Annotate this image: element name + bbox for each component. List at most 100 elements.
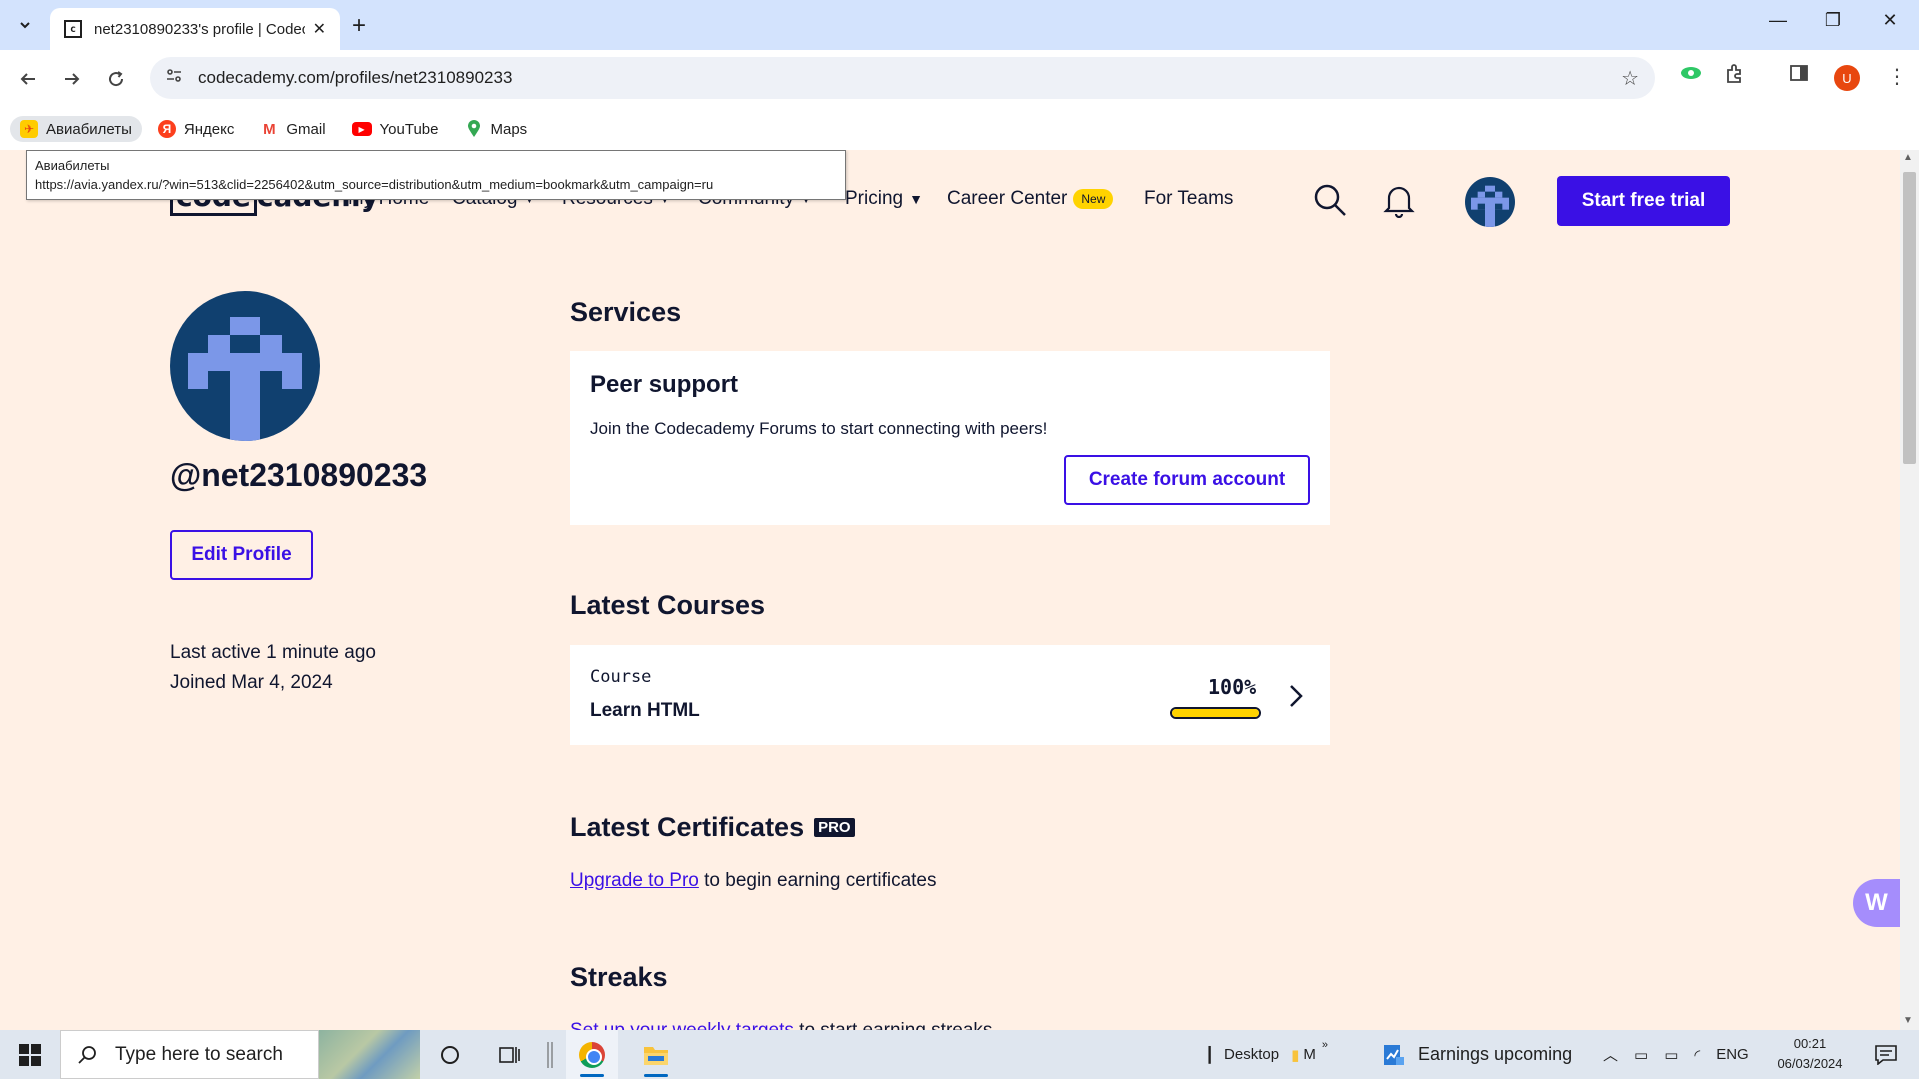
scroll-up-icon[interactable]: ▲ xyxy=(1903,152,1913,163)
cortana-icon[interactable] xyxy=(424,1030,476,1079)
language-indicator[interactable]: ENG xyxy=(1716,1046,1749,1063)
codecademy-favicon-icon: c xyxy=(64,20,82,38)
clock-time: 00:21 xyxy=(1793,1036,1827,1051)
bookmark-tooltip: Авиабилеты https://avia.yandex.ru/?win=5… xyxy=(26,150,846,200)
profile-avatar xyxy=(170,291,320,441)
taskbar-clock[interactable]: 00:21 06/03/2024 xyxy=(1770,1034,1850,1074)
chevron-up-icon[interactable]: ︿ xyxy=(1603,1044,1618,1065)
nav-for-teams[interactable]: For Teams xyxy=(1144,188,1233,210)
course-progress-bar xyxy=(1170,707,1261,719)
streaks-line: Set up your weekly targets to start earn… xyxy=(570,1020,992,1030)
start-free-trial-button[interactable]: Start free trial xyxy=(1557,176,1730,226)
restore-button[interactable]: ❐ xyxy=(1808,10,1858,31)
minimize-button[interactable]: — xyxy=(1753,10,1803,31)
browser-toolbar: codecademy.com/profiles/net2310890233 ☆ … xyxy=(0,50,1919,108)
chevron-right-icon[interactable] xyxy=(1288,683,1304,715)
floating-widget-button[interactable]: W xyxy=(1853,879,1900,927)
bookmark-label: Авиабилеты xyxy=(46,120,132,138)
site-info-icon[interactable] xyxy=(166,68,182,89)
task-view-icon[interactable] xyxy=(484,1030,536,1079)
windows-logo-icon xyxy=(19,1043,41,1066)
new-badge: New xyxy=(1073,189,1114,209)
latest-certificates-heading: Latest Certificates PRO xyxy=(570,812,855,843)
start-button[interactable] xyxy=(0,1030,60,1079)
course-progress-percent: 100% xyxy=(1208,675,1257,699)
page-content: codecademy My Home Catalog▼ Resources▼ C… xyxy=(0,150,1900,1030)
file-explorer-icon[interactable] xyxy=(630,1030,682,1079)
last-active-text: Last active 1 minute ago xyxy=(170,642,376,663)
search-icon[interactable] xyxy=(1312,182,1348,218)
browser-tab[interactable]: c net2310890233's profile | Codecademy ✕ xyxy=(50,8,340,50)
latest-courses-heading: Latest Courses xyxy=(570,590,766,620)
forward-button[interactable] xyxy=(56,63,88,95)
search-highlight-image[interactable] xyxy=(319,1030,420,1079)
bookmark-label: Gmail xyxy=(286,120,326,138)
profile-username: @net2310890233 xyxy=(170,457,428,493)
peer-support-desc: Join the Codecademy Forums to start conn… xyxy=(590,419,1048,438)
scroll-down-icon[interactable]: ▼ xyxy=(1903,1015,1913,1026)
new-tab-button[interactable]: + xyxy=(352,12,366,40)
reload-icon xyxy=(109,71,124,87)
bookmark-gmail[interactable]: M Gmail xyxy=(250,116,335,142)
avia-icon: ✈ xyxy=(20,120,38,138)
taskbar-search-box[interactable]: Type here to search xyxy=(60,1030,319,1079)
tooltip-title: Авиабилеты xyxy=(35,158,110,173)
tab-title: net2310890233's profile | Codecademy xyxy=(94,20,305,38)
widget-w-icon: W xyxy=(1865,889,1888,916)
user-avatar[interactable] xyxy=(1465,177,1515,227)
desktop-toolbar[interactable]: ┃ Desktop ▮ M » xyxy=(1205,1030,1328,1079)
services-heading: Services xyxy=(570,297,682,327)
bookmark-label: YouTube xyxy=(379,120,439,138)
bookmark-label: Maps xyxy=(490,120,528,138)
browser-profile-avatar[interactable]: U xyxy=(1834,65,1860,91)
windows-taskbar: Type here to search ┃ Desktop ▮ M » Earnin… xyxy=(0,1030,1919,1079)
wifi-icon[interactable]: ◜ xyxy=(1694,1046,1700,1064)
create-forum-account-button[interactable]: Create forum account xyxy=(1064,455,1310,505)
clock-date: 06/03/2024 xyxy=(1777,1056,1843,1071)
youtube-icon: ▶ xyxy=(351,122,372,136)
bookmark-youtube[interactable]: ▶ YouTube xyxy=(342,117,449,142)
system-tray[interactable]: ︿ ▭ ▭ ◜ ENG xyxy=(1603,1030,1749,1079)
peer-support-title: Peer support xyxy=(590,371,739,398)
progress-fill xyxy=(1172,709,1259,717)
extension-eye-icon[interactable] xyxy=(1680,64,1702,88)
chrome-taskbar-icon[interactable] xyxy=(566,1030,618,1079)
page-scrollbar[interactable]: ▲ ▼ xyxy=(1900,150,1919,1030)
bookmark-star-icon[interactable]: ☆ xyxy=(1621,66,1639,91)
close-tab-icon[interactable]: ✕ xyxy=(313,19,326,39)
nav-career-center[interactable]: Career Center New xyxy=(947,188,1114,210)
bookmark-maps[interactable]: Maps xyxy=(455,116,538,142)
address-bar[interactable]: codecademy.com/profiles/net2310890233 ☆ xyxy=(150,57,1655,99)
tab-strip: c net2310890233's profile | Codecademy ✕… xyxy=(0,0,1919,50)
course-card-learn-html[interactable]: Course Learn HTML 100% xyxy=(570,645,1330,745)
chrome-logo-icon xyxy=(579,1041,605,1068)
url-text[interactable]: codecademy.com/profiles/net2310890233 xyxy=(198,68,1621,88)
battery-icon[interactable]: ▭ xyxy=(1664,1046,1678,1064)
extensions-puzzle-icon[interactable] xyxy=(1724,64,1744,90)
upgrade-to-pro-link[interactable]: Upgrade to Pro xyxy=(570,870,699,891)
streaks-heading: Streaks xyxy=(570,962,668,992)
close-window-button[interactable]: ✕ xyxy=(1865,10,1915,31)
bookmark-yandex[interactable]: Я Яндекс xyxy=(148,116,244,142)
pro-badge: PRO xyxy=(814,818,855,837)
reload-button[interactable] xyxy=(100,63,132,95)
menu-kebab-icon[interactable]: ⋮ xyxy=(1887,64,1907,89)
bookmark-label: Яндекс xyxy=(183,120,235,138)
arrow-left-icon xyxy=(20,73,35,85)
scrollbar-thumb[interactable] xyxy=(1903,172,1916,464)
back-button[interactable] xyxy=(12,63,44,95)
gmail-icon: M xyxy=(263,120,276,138)
side-panel-icon[interactable] xyxy=(1790,64,1808,88)
nav-pricing[interactable]: Pricing ▼ xyxy=(845,188,923,210)
bookmark-avia[interactable]: ✈ Авиабилеты xyxy=(10,116,142,142)
joined-date-text: Joined Mar 4, 2024 xyxy=(170,672,333,693)
notifications-bell-icon[interactable] xyxy=(1383,182,1415,219)
taskbar-divider xyxy=(540,1030,560,1079)
edit-profile-button[interactable]: Edit Profile xyxy=(170,530,313,580)
set-up-weekly-targets-link[interactable]: Set up your weekly targets xyxy=(570,1020,794,1030)
tab-search-button[interactable] xyxy=(10,10,40,40)
news-widget[interactable]: Earnings upcoming xyxy=(1382,1030,1572,1079)
yandex-icon: Я xyxy=(157,120,176,138)
notifications-center-icon[interactable] xyxy=(1860,1030,1912,1079)
device-icon[interactable]: ▭ xyxy=(1634,1046,1648,1064)
